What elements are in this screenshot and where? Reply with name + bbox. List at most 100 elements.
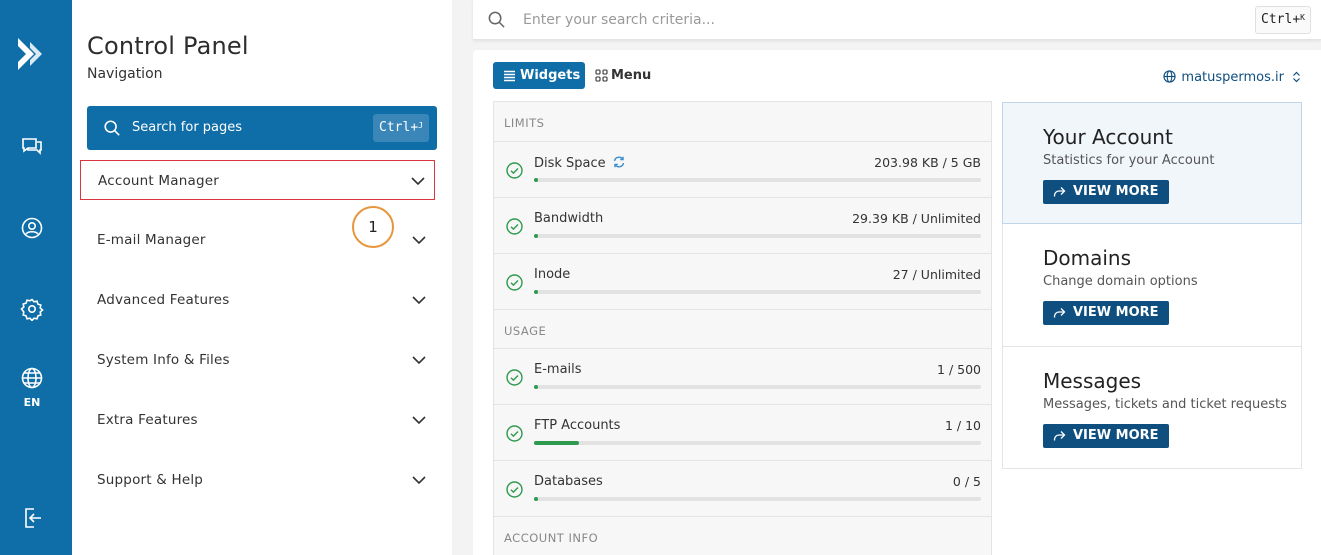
navigation-panel: Control Panel Navigation Search for page… xyxy=(72,0,452,555)
global-search-shortcut-key: K xyxy=(1300,13,1305,22)
usage-bar-fill xyxy=(534,178,539,182)
search-shortcut-key: J xyxy=(418,121,423,130)
logout-icon[interactable] xyxy=(20,506,44,530)
nav-item-label: Account Manager xyxy=(98,173,219,189)
updown-chevron-icon xyxy=(1293,71,1300,83)
nav-subtitle: Navigation xyxy=(87,66,163,82)
chevron-down-icon xyxy=(412,416,426,425)
stat-label: FTP Accounts xyxy=(534,418,621,433)
stat-row-emails: E-mails 1 / 500 xyxy=(494,349,991,405)
card-title: Your Account xyxy=(1043,125,1173,149)
usage-bar xyxy=(534,290,981,294)
card-messages[interactable]: Messages Messages, tickets and ticket re… xyxy=(1002,346,1302,469)
view-more-button[interactable]: VIEW MORE xyxy=(1043,301,1169,325)
domain-selector[interactable]: matuspermos.ir xyxy=(1163,70,1301,85)
tab-menu-label: Menu xyxy=(611,68,652,83)
usage-bar xyxy=(534,234,981,238)
search-icon xyxy=(488,11,505,28)
check-circle-icon xyxy=(506,425,523,442)
view-more-button[interactable]: VIEW MORE xyxy=(1043,180,1169,204)
usage-bar xyxy=(534,497,981,501)
card-description: Messages, tickets and ticket requests xyxy=(1043,397,1287,412)
usage-bar xyxy=(534,441,981,445)
view-more-label: VIEW MORE xyxy=(1073,184,1159,199)
chevron-down-icon xyxy=(412,356,426,365)
nav-item-extra-features[interactable]: Extra Features xyxy=(80,400,435,440)
card-domains[interactable]: Domains Change domain options VIEW MORE xyxy=(1002,224,1302,347)
stat-row-inode: Inode 27 / Unlimited xyxy=(494,254,991,310)
usage-bar xyxy=(534,385,981,389)
chevron-down-icon xyxy=(412,476,426,485)
user-icon[interactable] xyxy=(20,216,44,240)
refresh-icon[interactable] xyxy=(612,155,626,169)
global-search-bar[interactable]: Enter your search criteria... Ctrl+K xyxy=(473,0,1321,40)
settings-icon[interactable] xyxy=(20,297,44,321)
step-annotation-badge: 1 xyxy=(352,206,394,248)
card-description: Change domain options xyxy=(1043,274,1198,289)
section-label: LIMITS xyxy=(504,116,545,130)
tab-widgets-label: Widgets xyxy=(520,68,581,83)
usage-bar-fill xyxy=(534,385,539,389)
stat-value: 27 / Unlimited xyxy=(892,267,981,282)
globe-icon xyxy=(1163,70,1177,83)
view-more-button[interactable]: VIEW MORE xyxy=(1043,424,1169,448)
check-circle-icon xyxy=(506,218,523,235)
section-label: ACCOUNT INFO xyxy=(504,531,599,545)
stat-label-text: Disk Space xyxy=(534,156,606,171)
global-search-shortcut-text: Ctrl+ xyxy=(1261,12,1301,27)
nav-item-account-manager[interactable]: Account Manager xyxy=(80,160,435,200)
nav-item-system-info-files[interactable]: System Info & Files xyxy=(80,340,435,380)
nav-item-label: Advanced Features xyxy=(97,292,230,308)
section-label: USAGE xyxy=(504,324,547,338)
language-label[interactable]: EN xyxy=(0,396,64,409)
card-title: Messages xyxy=(1043,369,1142,393)
share-arrow-icon xyxy=(1053,187,1066,197)
nav-item-label: Extra Features xyxy=(97,412,198,428)
stat-row-ftp-accounts: FTP Accounts 1 / 10 xyxy=(494,405,991,461)
nav-item-support-help[interactable]: Support & Help xyxy=(80,460,435,500)
nav-item-advanced-features[interactable]: Advanced Features xyxy=(80,280,435,320)
search-pages-label: Search for pages xyxy=(132,120,243,135)
card-description: Statistics for your Account xyxy=(1043,153,1215,168)
stat-label: Databases xyxy=(534,474,603,489)
stat-value: 203.98 KB / 5 GB xyxy=(874,155,981,170)
share-arrow-icon xyxy=(1053,308,1066,318)
page-title: Control Panel xyxy=(87,32,249,60)
globe-icon[interactable] xyxy=(20,366,44,390)
global-search-input[interactable]: Enter your search criteria... xyxy=(523,12,715,28)
global-search-shortcut: Ctrl+K xyxy=(1255,6,1311,34)
nav-item-label: System Info & Files xyxy=(97,352,230,368)
search-icon xyxy=(104,120,120,136)
stats-table: LIMITS Disk Space 203.98 KB / 5 GB Bandw… xyxy=(493,101,992,555)
stat-label: Inode xyxy=(534,267,571,282)
chevron-down-icon xyxy=(412,236,426,245)
card-title: Domains xyxy=(1043,246,1132,270)
section-usage: USAGE xyxy=(494,310,991,349)
stat-label: E-mails xyxy=(534,362,582,377)
nav-item-label: E-mail Manager xyxy=(97,232,206,248)
share-arrow-icon xyxy=(1053,431,1066,441)
stat-value: 1 / 500 xyxy=(937,362,981,377)
check-circle-icon xyxy=(506,162,523,179)
search-pages-button[interactable]: Search for pages Ctrl+J xyxy=(87,106,437,150)
view-more-label: VIEW MORE xyxy=(1073,305,1159,320)
usage-bar xyxy=(534,178,981,182)
grid-icon xyxy=(595,69,608,82)
check-circle-icon xyxy=(506,481,523,498)
usage-bar-fill xyxy=(534,290,539,294)
card-your-account[interactable]: Your Account Statistics for your Account… xyxy=(1002,102,1302,224)
chevron-down-icon xyxy=(411,177,425,186)
search-shortcut: Ctrl+J xyxy=(373,114,429,142)
tab-menu[interactable]: Menu xyxy=(595,62,665,89)
nav-item-label: Support & Help xyxy=(97,472,204,488)
stat-value: 29.39 KB / Unlimited xyxy=(852,211,981,226)
logo-icon[interactable] xyxy=(14,36,50,72)
icon-rail: EN xyxy=(0,0,72,555)
stat-row-disk-space: Disk Space 203.98 KB / 5 GB xyxy=(494,142,991,198)
chat-icon[interactable] xyxy=(20,134,44,158)
dashboard-card: Widgets Menu matuspermos.ir LIMITS Disk … xyxy=(473,50,1321,555)
chevron-down-icon xyxy=(412,296,426,305)
stat-label: Bandwidth xyxy=(534,211,604,226)
usage-bar-fill xyxy=(534,497,539,501)
tab-widgets[interactable]: Widgets xyxy=(493,62,585,89)
